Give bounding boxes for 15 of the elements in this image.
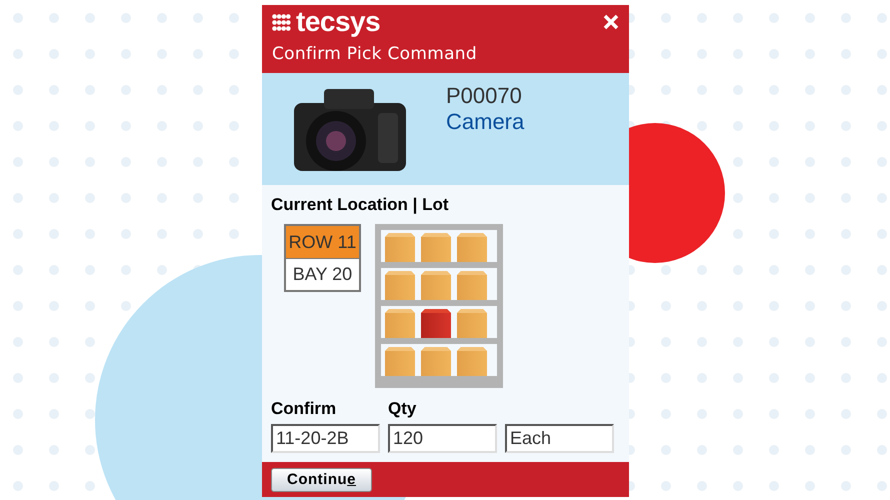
location-item[interactable]: ROW 11 [286,226,359,258]
field-label: Qty [388,398,418,420]
section-heading: Current Location | Lot [271,194,449,216]
input-field[interactable]: 11-20-2B [271,424,380,453]
product-code: P00070 [446,83,523,109]
location-item[interactable]: BAY 20 [286,258,359,290]
logo-icon [272,14,291,30]
dialog-title: Confirm Pick Command [272,43,478,66]
input-field[interactable]: 120 [388,424,497,453]
product-name: Camera [446,109,524,135]
field-label: Confirm [271,398,338,420]
close-icon[interactable] [603,14,619,30]
continue-button[interactable]: Continue [271,468,372,492]
brand-logo: tecsys [296,8,380,36]
input-field[interactable]: Each [505,424,614,453]
